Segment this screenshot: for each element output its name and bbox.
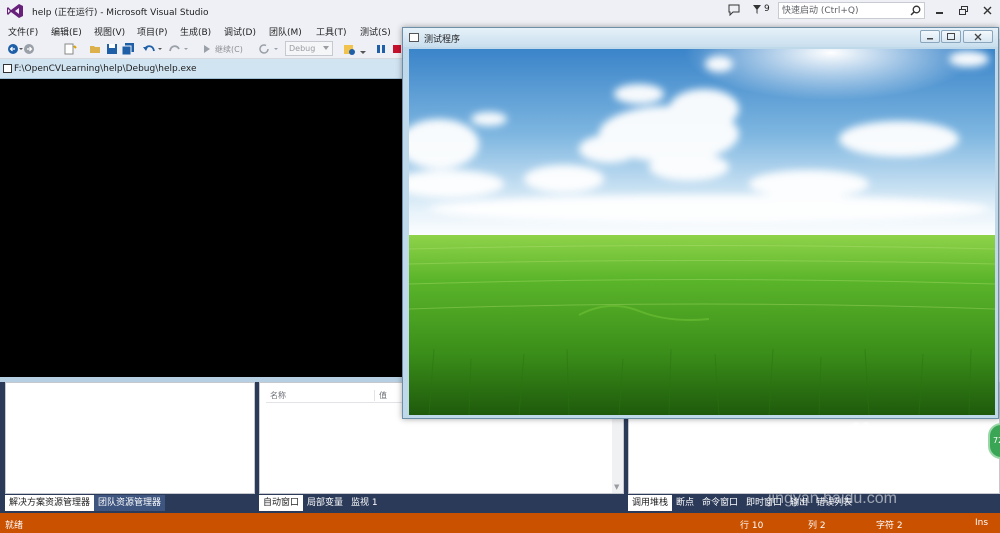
console-titlebar: F:\OpenCVLearning\help\Debug\help.exe <box>0 59 410 79</box>
folder-open-icon <box>89 46 100 53</box>
stop-icon <box>393 45 401 53</box>
tab-locals[interactable]: 局部变量 <box>303 495 347 511</box>
save-button[interactable] <box>105 42 119 56</box>
tab-call-stack[interactable]: 调用堆栈 <box>628 495 673 511</box>
close-icon <box>974 33 982 40</box>
undo-button[interactable] <box>142 42 164 56</box>
menu-team[interactable]: 团队(M) <box>269 25 302 38</box>
undo-icon <box>143 45 162 52</box>
break-all-button[interactable] <box>375 42 387 56</box>
menu-view[interactable]: 视图(V) <box>94 25 125 38</box>
menu-tools[interactable]: 工具(T) <box>316 25 347 38</box>
minimize-button[interactable] <box>930 2 948 18</box>
attach-button[interactable] <box>342 42 358 56</box>
tab-output[interactable]: 输出 <box>786 495 812 511</box>
column-name[interactable]: 名称 <box>270 390 286 401</box>
status-line: 行 10 <box>740 521 764 531</box>
tab-autos[interactable]: 自动窗口 <box>259 495 304 511</box>
status-bar: 就绪 行 10 列 2 字符 2 Ins <box>0 513 1000 533</box>
scroll-down-icon[interactable]: ▼ <box>614 483 619 491</box>
close-button[interactable] <box>978 2 996 18</box>
status-text: 就绪 <box>5 521 24 531</box>
tab-command-window[interactable]: 命令窗口 <box>698 495 742 511</box>
play-icon <box>204 45 210 53</box>
grassland-sky-image <box>409 49 995 415</box>
notification-count: 9 <box>764 4 770 14</box>
status-insert-mode: Ins <box>975 518 989 528</box>
opencv-test-window[interactable]: 测试程序 <box>402 27 999 419</box>
menu-test[interactable]: 测试(S) <box>360 25 391 38</box>
save-all-button[interactable] <box>121 42 135 56</box>
attach-debugger-icon <box>344 44 355 55</box>
window-title: help (正在运行) - Microsoft Visual Studio <box>32 8 209 18</box>
tab-solution-explorer[interactable]: 解决方案资源管理器 <box>5 495 95 511</box>
maximize-icon <box>947 33 955 40</box>
tab-breakpoints[interactable]: 断点 <box>672 495 698 511</box>
opencv-minimize-button[interactable] <box>920 30 940 43</box>
back-button[interactable] <box>6 42 36 56</box>
restore-icon <box>958 5 968 15</box>
minimize-icon <box>935 11 943 14</box>
opencv-window-titlebar[interactable]: 测试程序 <box>403 28 998 47</box>
tab-error-list[interactable]: 错误列表 <box>812 495 856 511</box>
notification-icon[interactable] <box>728 4 740 16</box>
column-value[interactable]: 值 <box>374 390 387 401</box>
menu-edit[interactable]: 编辑(E) <box>51 25 82 38</box>
opencv-close-button[interactable] <box>963 30 993 43</box>
menu-project[interactable]: 项目(P) <box>137 25 167 38</box>
save-icon <box>107 44 117 54</box>
tab-watch-1[interactable]: 监视 1 <box>347 495 382 511</box>
middle-pane-tabs: 自动窗口 局部变量 监视 1 <box>259 495 382 511</box>
solution-explorer-pane[interactable] <box>5 382 255 494</box>
toolbar-overflow[interactable] <box>360 42 366 56</box>
console-path: F:\OpenCVLearning\help\Debug\help.exe <box>14 64 197 74</box>
redo-button[interactable] <box>168 42 190 56</box>
floating-badge-value: 72 <box>993 436 1000 445</box>
new-project-button[interactable] <box>62 42 78 56</box>
opencv-maximize-button[interactable] <box>941 30 961 43</box>
flag-icon[interactable] <box>752 4 762 15</box>
right-pane-tabs: 调用堆栈 断点 命令窗口 即时窗口 输出 错误列表 <box>628 495 856 511</box>
refresh-icon <box>259 44 278 54</box>
redo-icon <box>169 45 188 52</box>
menu-file[interactable]: 文件(F) <box>8 25 38 38</box>
quick-launch-input[interactable] <box>779 3 903 18</box>
opencv-window-title: 测试程序 <box>424 35 461 45</box>
close-icon <box>983 6 991 14</box>
save-all-icon <box>121 42 134 55</box>
status-char: 字符 2 <box>876 521 903 531</box>
pause-icon <box>377 45 385 53</box>
tab-team-explorer[interactable]: 团队资源管理器 <box>94 495 166 511</box>
console-output[interactable] <box>0 79 402 377</box>
tab-immediate-window[interactable]: 即时窗口 <box>742 495 786 511</box>
chevron-down-icon <box>323 46 329 50</box>
visual-studio-logo-icon <box>7 4 23 18</box>
opencv-window-icon <box>409 33 419 42</box>
continue-button[interactable]: 继续(C) <box>202 42 254 56</box>
restore-button[interactable] <box>954 2 972 18</box>
continue-label: 继续(C) <box>215 44 243 54</box>
left-pane-tabs: 解决方案资源管理器 团队资源管理器 <box>5 495 166 511</box>
vs-titlebar: help (正在运行) - Microsoft Visual Studio 9 <box>0 0 1000 22</box>
refresh-button[interactable] <box>258 42 282 56</box>
menu-build[interactable]: 生成(B) <box>180 25 211 38</box>
open-file-button[interactable] <box>88 42 102 56</box>
quick-launch-box[interactable] <box>778 2 925 19</box>
back-arrow-icon <box>8 44 34 54</box>
standard-toolbar: 继续(C) <box>0 39 410 59</box>
chevron-down-icon <box>360 51 366 54</box>
new-project-icon <box>64 43 77 54</box>
status-column: 列 2 <box>808 521 826 531</box>
solution-configuration-select[interactable]: Debug <box>285 41 333 56</box>
minimize-icon <box>927 37 933 39</box>
menu-debug[interactable]: 调试(D) <box>224 25 256 38</box>
configuration-value: Debug <box>289 44 316 53</box>
console-window-icon <box>3 64 12 73</box>
search-icon[interactable] <box>910 5 921 16</box>
floating-assistant-badge[interactable]: 72 <box>988 423 1000 459</box>
